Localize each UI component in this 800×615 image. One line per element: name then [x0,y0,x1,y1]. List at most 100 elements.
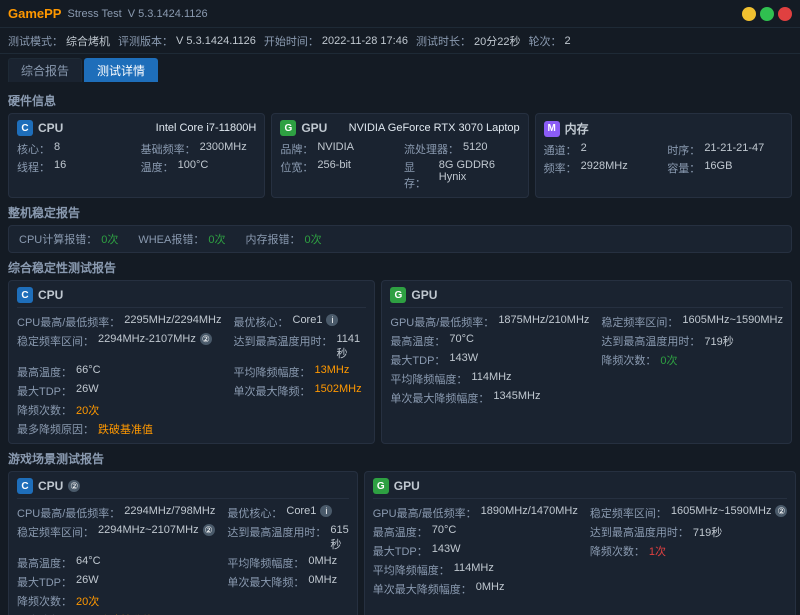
minimize-button[interactable] [742,7,756,21]
toolbar-rounds: 轮次： 2 [528,33,570,49]
cpu-temp-value: 100°C [178,159,209,175]
rounds-value: 2 [564,35,570,47]
eval-label: 评测版本： [118,33,173,49]
comp-cpu-max-tdp-value: 26W [76,383,99,395]
comp-cpu-worst-drop-label: 最多降频原因： [17,421,94,437]
gpu-bits-value: 256-bit [317,159,351,191]
cpu-errors: CPU计算报错： 0次 [19,231,118,247]
comp-gpu-header: G GPU [390,287,783,308]
game-cpu-header: C CPU ② [17,478,349,499]
toolbar-eval: 评测版本： V 5.3.1424.1126 [118,33,256,49]
cpu-title: CPU [38,121,63,135]
comp-cpu-avg-drop-value: 13MHz [315,364,350,376]
mem-timing-value: 21-21-21-47 [704,142,764,158]
comp-gpu-avg-perf-value: 114MHz [471,371,511,383]
comp-gpu-stable-range-label: 稳定频率区间： [601,314,678,330]
mem-specs: 通道： 2 时序： 21-21-21-47 频率： 2928MHz 容量： 16… [544,142,783,176]
cpu-specs: 核心： 8 基础频率： 2300MHz 线程： 16 温度： 100°C [17,141,256,175]
toolbar-start: 开始时间： 2022-11-28 17:46 [264,33,408,49]
game-gpu-max-single-label: 单次最大降频幅度： [373,581,472,597]
gpu-sp: 流处理器： 5120 [404,141,520,157]
game-cpu-best-core-label: 最优核心： [227,505,282,521]
comp-cpu-max-temp: 最高温度： 66°C [17,364,222,380]
mem-title: 内存 [565,120,589,137]
comp-cpu-max-drop-label: 单次最大降频： [234,383,311,399]
comp-cpu-max-temp-label: 最高温度： [17,364,72,380]
game-cpu-best-core: 最优核心： Core1 i [227,505,348,521]
gpu-vram-label: 显存： [404,159,435,191]
tab-summary[interactable]: 综合报告 [8,58,82,82]
comp-cpu-freq-range: CPU最高/最低频率： 2295MHz/2294MHz [17,314,222,330]
mem-channels: 通道： 2 [544,142,660,158]
game-report-section: 游戏场景测试报告 C CPU ② CPU最高/最低频率： 2294MHz/798… [8,450,792,615]
game-gpu-max-tdp: 最大TDP： 143W [373,543,578,559]
comp-gpu-max-temp-value: 70°C [449,333,474,345]
duration-value: 20分22秒 [474,33,520,49]
comp-cpu-drop-count: 降频次数： 20次 [17,402,222,418]
game-gpu-max-single: 单次最大降频幅度： 0MHz [373,581,788,597]
comp-gpu-freq-range: GPU最高/最低频率： 1875MHz/210MHz [390,314,589,330]
mem-capacity: 容量： 16GB [667,160,783,176]
game-cpu-reach-time: 达到最高温度用时： 615秒 [227,524,348,552]
rounds-label: 轮次： [528,33,561,49]
whea-errors: WHEA报错： 0次 [138,231,225,247]
gpu-brand-value: NVIDIA [317,141,354,157]
game-gpu-header: G GPU [373,478,788,499]
comp-gpu-data: GPU最高/最低频率： 1875MHz/210MHz 稳定频率区间： 1605M… [390,314,783,406]
game-cpu-title: CPU [38,479,63,493]
comp-cpu-panel: C CPU CPU最高/最低频率： 2295MHz/2294MHz 最优核心： … [8,280,375,444]
comp-gpu-reach-time-label: 达到最高温度用时： [601,333,700,349]
game-cpu-reach-time-value: 615秒 [330,524,348,552]
game-gpu-max-single-value: 0MHz [476,581,505,593]
gpu-bits-label: 位宽： [280,159,313,191]
comp-cpu-stable-range-value: 2294MHz-2107MHz [98,333,196,345]
cpu-base-freq: 基础频率： 2300MHz [141,141,257,157]
game-cpu-info-icon[interactable]: ② [68,480,80,492]
game-gpu-stable-info-icon[interactable]: ② [775,505,787,517]
comp-cpu-max-drop: 单次最大降频： 1502MHz [234,383,367,399]
game-gpu-reach-time-label: 达到最高温度用时： [590,524,689,540]
game-cpu-freq-range-label: CPU最高/最低频率： [17,505,120,521]
mem-timing: 时序： 21-21-21-47 [667,142,783,158]
comp-gpu-max-temp: 最高温度： 70°C [390,333,589,349]
gpu-sp-label: 流处理器： [404,141,459,157]
cpu-threads-value: 16 [54,159,66,175]
game-best-core-info-icon[interactable]: i [320,505,332,517]
game-cpu-max-tdp-label: 最大TDP： [17,574,72,590]
game-cpu-icon: C [17,478,33,494]
gpu-brand-label: 品牌： [280,141,313,157]
mem-card: M 内存 通道： 2 时序： 21-21-21-47 频率： 2928MHz 容… [535,113,792,198]
cpu-temp: 温度： 100°C [141,159,257,175]
comp-cpu-max-tdp: 最大TDP： 26W [17,383,222,399]
comp-cpu-data: CPU最高/最低频率： 2295MHz/2294MHz 最优核心： Core1 … [17,314,366,437]
best-core-info-icon[interactable]: i [326,314,338,326]
cpu-cores-value: 8 [54,141,60,157]
comp-cpu-stable-range: 稳定频率区间： 2294MHz-2107MHz ② [17,333,222,361]
game-stable-range-info-icon[interactable]: ② [203,524,215,536]
cpu-threads: 线程： 16 [17,159,133,175]
comp-cpu-drop-count-value: 20次 [76,402,99,418]
cpu-threads-label: 线程： [17,159,50,175]
comp-cpu-title: CPU [38,288,63,302]
close-button[interactable] [778,7,792,21]
mem-icon: M [544,121,560,137]
comp-gpu-drop-count-label: 降频次数： [601,352,656,368]
comp-gpu-avg-perf-label: 平均降频幅度： [390,371,467,387]
game-gpu-drop-count-label: 降频次数： [590,543,645,559]
comp-gpu-reach-time-value: 719秒 [704,333,733,349]
start-value: 2022-11-28 17:46 [322,35,408,47]
tab-detail[interactable]: 测试详情 [84,58,158,82]
comprehensive-report-title: 综合稳定性测试报告 [8,259,792,276]
comp-cpu-freq-range-label: CPU最高/最低频率： [17,314,120,330]
stable-range-info-icon[interactable]: ② [200,333,212,345]
game-gpu-freq-range: GPU最高/最低频率： 1890MHz/1470MHz [373,505,578,521]
game-cpu-freq-range-value: 2294MHz/798MHz [124,505,215,517]
comp-cpu-stable-range-label: 稳定频率区间： [17,333,94,349]
maximize-button[interactable] [760,7,774,21]
comp-cpu-avg-drop: 平均降频幅度： 13MHz [234,364,367,380]
comp-gpu-drop-count-value: 0次 [660,352,677,368]
mem-freq: 频率： 2928MHz [544,160,660,176]
mem-errors: 内存报错： 0次 [245,231,321,247]
comp-cpu-worst-drop-value: 跌破基准值 [98,421,153,437]
game-cpu-max-drop-label: 单次最大降频： [227,574,304,590]
